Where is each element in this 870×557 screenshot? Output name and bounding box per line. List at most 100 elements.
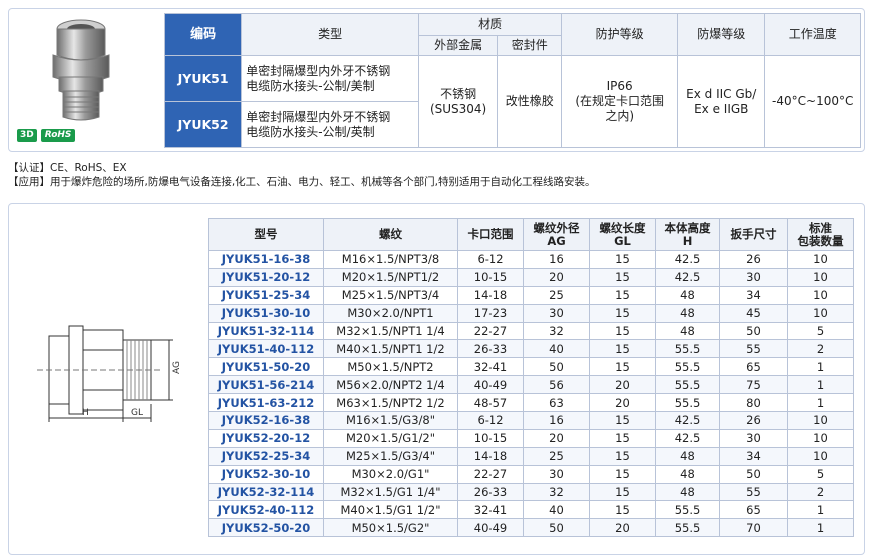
type-line: 电缆防水接头-公制/英制 bbox=[246, 124, 375, 139]
cell-clamp-range: 14-18 bbox=[457, 285, 524, 305]
cell-gl: 20 bbox=[589, 375, 656, 395]
cell-clamp-range: 26-33 bbox=[457, 339, 524, 359]
cell-model: JYUK52-40-112 bbox=[208, 500, 324, 520]
cell-model: JYUK52-32-114 bbox=[208, 482, 324, 502]
dim-header-gl: 螺纹长度 GL bbox=[589, 218, 656, 251]
cell-clamp-range: 10-15 bbox=[457, 428, 524, 448]
cell-model: JYUK52-50-20 bbox=[208, 518, 324, 538]
table-row: JYUK52-30-10 M30×2.0/G1" 22-27 30 15 48 50 5 bbox=[208, 464, 854, 484]
table-row: JYUK51-30-10 M30×2.0/NPT1 17-23 30 15 48 45 10 bbox=[208, 303, 854, 323]
cell-gl: 15 bbox=[589, 250, 656, 269]
certification-badges: 3D RoHS bbox=[17, 129, 76, 142]
dimension-table: 型号 螺纹 卡口范围 螺纹外径 AG 螺纹长度 GL 本体高度 H 扳手尺寸 标准 包装… bbox=[208, 218, 854, 538]
cell-pack-qty: 10 bbox=[787, 285, 854, 305]
cell-clamp-range: 32-41 bbox=[457, 357, 524, 377]
cell-ag: 16 bbox=[523, 250, 590, 269]
cell-ag: 50 bbox=[523, 518, 590, 538]
dim-header-ag: 螺纹外径 AG bbox=[523, 218, 590, 251]
dim-header-h: 本体高度 H bbox=[655, 218, 720, 251]
spec-header-protection: 防护等级 bbox=[561, 13, 679, 56]
cell-h: 48 bbox=[655, 303, 720, 323]
cell-gl: 15 bbox=[589, 321, 656, 341]
cell-model: JYUK52-20-12 bbox=[208, 428, 324, 448]
header-line: 螺纹外径 bbox=[533, 220, 580, 235]
cell-wrench: 26 bbox=[719, 411, 788, 430]
dim-header-model: 型号 bbox=[208, 218, 324, 251]
cable-gland-photo bbox=[52, 19, 110, 121]
cell-pack-qty: 1 bbox=[787, 393, 854, 413]
cell-model: JYUK51-25-34 bbox=[208, 285, 324, 305]
header-line: AG bbox=[547, 233, 566, 248]
cell-pack-qty: 1 bbox=[787, 357, 854, 377]
cell-thread: M30×2.0/NPT1 bbox=[323, 303, 458, 323]
table-row: JYUK52-32-114 M32×1.5/G1 1/4" 26-33 32 15 48 5… bbox=[208, 482, 854, 502]
dim-header-clamp-range: 卡口范围 bbox=[457, 218, 524, 251]
cell-model: JYUK51-30-10 bbox=[208, 303, 324, 323]
dim-header-thread: 螺纹 bbox=[323, 218, 458, 251]
3d-badge[interactable]: 3D bbox=[17, 129, 37, 142]
cell-ag: 40 bbox=[523, 500, 590, 520]
cell-h: 42.5 bbox=[655, 428, 720, 448]
cell-model: JYUK51-50-20 bbox=[208, 357, 324, 377]
spec-type-cell: 单密封隔爆型内外牙不锈钢 电缆防水接头-公制/美制 bbox=[241, 55, 419, 102]
cell-ag: 40 bbox=[523, 339, 590, 359]
cell-pack-qty: 2 bbox=[787, 339, 854, 359]
cell-gl: 15 bbox=[589, 500, 656, 520]
cell-h: 55.5 bbox=[655, 357, 720, 377]
header-line: H bbox=[682, 233, 693, 248]
cell-pack-qty: 5 bbox=[787, 321, 854, 341]
type-line: 单密封隔爆型内外牙不锈钢 bbox=[246, 63, 391, 78]
cell-clamp-range: 40-49 bbox=[457, 518, 524, 538]
table-row: JYUK52-25-34 M25×1.5/G3/4" 14-18 25 15 48 34 10 bbox=[208, 446, 854, 466]
cell-wrench: 30 bbox=[719, 267, 788, 287]
cell-thread: M20×1.5/NPT1/2 bbox=[323, 267, 458, 287]
header-line: 螺纹长度 bbox=[599, 220, 646, 235]
cell-ag: 25 bbox=[523, 446, 590, 466]
type-line: 电缆防水接头-公制/美制 bbox=[246, 78, 375, 93]
spec-metal-cell: 不锈钢 (SUS304) bbox=[417, 55, 499, 148]
cell-thread: M63×1.5/NPT2 1/2 bbox=[323, 393, 458, 413]
cell-wrench: 70 bbox=[719, 518, 788, 538]
cell-ag: 16 bbox=[523, 411, 590, 430]
cell-model: JYUK51-63-212 bbox=[208, 393, 324, 413]
cell-ag: 30 bbox=[523, 303, 590, 323]
cell-thread: M20×1.5/G1/2" bbox=[323, 428, 458, 448]
spec-code-cell: JYUK51 bbox=[163, 55, 243, 102]
cell-wrench: 30 bbox=[719, 428, 788, 448]
cell-ag: 20 bbox=[523, 428, 590, 448]
dimension-table-body: JYUK51-16-38 M16×1.5/NPT3/8 6-12 16 15 42.5 26… bbox=[208, 250, 854, 538]
cell-wrench: 65 bbox=[719, 500, 788, 520]
cell-pack-qty: 5 bbox=[787, 464, 854, 484]
cell-gl: 15 bbox=[589, 411, 656, 430]
table-row: JYUK51-32-114 M32×1.5/NPT1 1/4 22-27 32 15 48… bbox=[208, 321, 854, 341]
cell-ag: 63 bbox=[523, 393, 590, 413]
notes: 【认证】CE、RoHS、EX 【应用】用于爆炸危险的场所,防爆电气设备连接,化工… bbox=[8, 161, 596, 189]
table-row: JYUK51-25-34 M25×1.5/NPT3/4 14-18 25 15 48 34 1… bbox=[208, 285, 854, 305]
cell-pack-qty: 10 bbox=[787, 267, 854, 287]
cell-thread: M16×1.5/NPT3/8 bbox=[323, 250, 458, 269]
cell-clamp-range: 6-12 bbox=[457, 250, 524, 269]
cell-clamp-range: 32-41 bbox=[457, 500, 524, 520]
cell-pack-qty: 1 bbox=[787, 375, 854, 395]
cell-wrench: 50 bbox=[719, 464, 788, 484]
product-spec-panel: 3D RoHS 编码 类型 材质 防护等级 防爆等级 工作温度 外部金属 密封件… bbox=[8, 8, 865, 152]
cell-thread: M40×1.5/G1 1/2" bbox=[323, 500, 458, 520]
table-row: JYUK51-16-38 M16×1.5/NPT3/8 6-12 16 15 42.5 26… bbox=[208, 250, 854, 269]
cell-h: 48 bbox=[655, 321, 720, 341]
table-row: JYUK51-50-20 M50×1.5/NPT2 32-41 50 15 55.5 65 1 bbox=[208, 357, 854, 377]
table-row: JYUK51-63-212 M63×1.5/NPT2 1/2 48-57 63 20 55… bbox=[208, 393, 854, 413]
cell-h: 42.5 bbox=[655, 267, 720, 287]
cell-gl: 15 bbox=[589, 267, 656, 287]
cell-thread: M16×1.5/G3/8" bbox=[323, 411, 458, 430]
cell-pack-qty: 10 bbox=[787, 446, 854, 466]
cell-model: JYUK52-25-34 bbox=[208, 446, 324, 466]
table-row: JYUK51-40-112 M40×1.5/NPT1 1/2 26-33 40 15 55… bbox=[208, 339, 854, 359]
spec-seal-cell: 改性橡胶 bbox=[497, 55, 563, 148]
spec-header-temperature: 工作温度 bbox=[764, 13, 861, 56]
cell-ag: 32 bbox=[523, 482, 590, 502]
cell-h: 55.5 bbox=[655, 500, 720, 520]
table-row: JYUK51-56-214 M56×2.0/NPT2 1/4 40-49 56 20 55… bbox=[208, 375, 854, 395]
cell-thread: M25×1.5/G3/4" bbox=[323, 446, 458, 466]
cell-ag: 20 bbox=[523, 267, 590, 287]
header-line: 标准 bbox=[809, 220, 832, 235]
